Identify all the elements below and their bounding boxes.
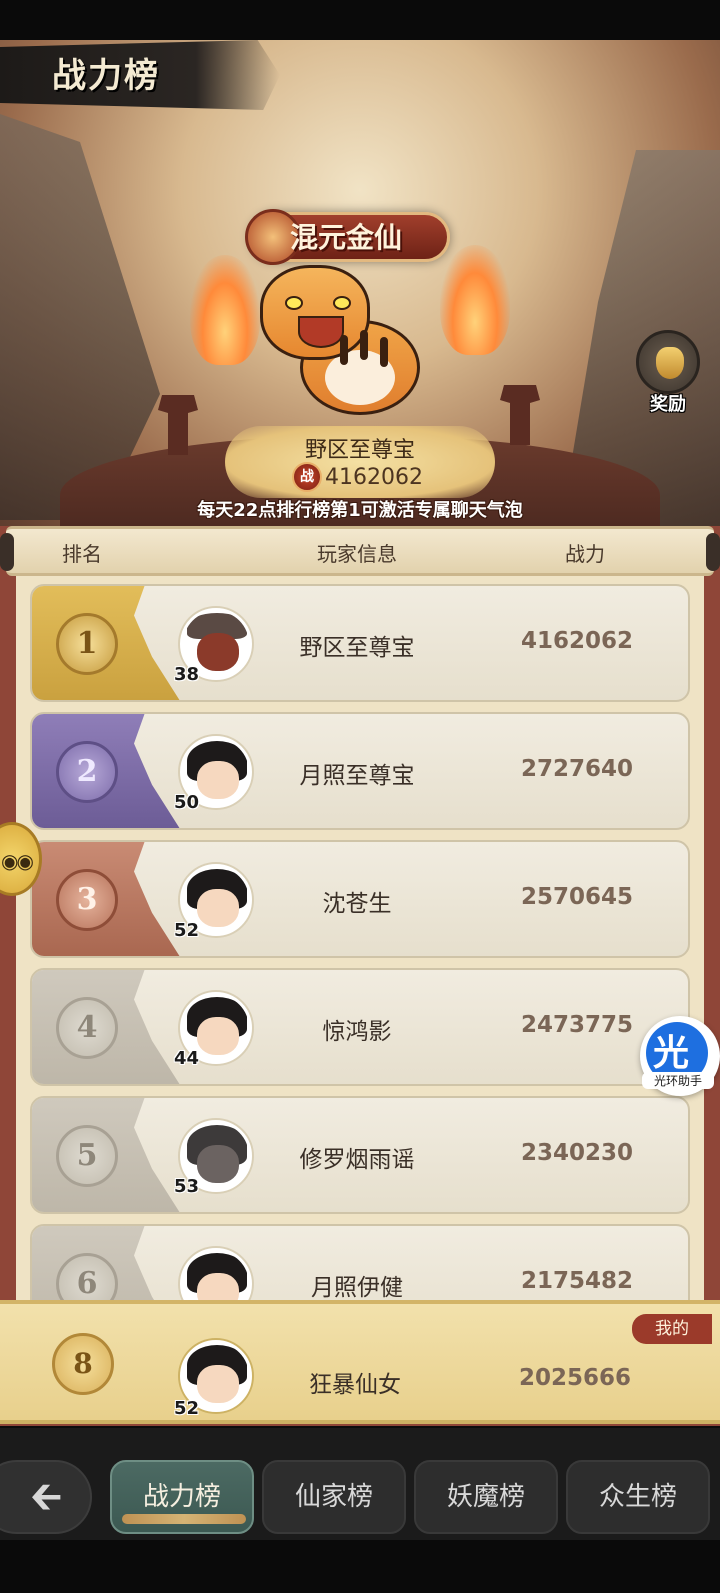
player-level: 44 (174, 1048, 200, 1069)
ranking-row[interactable]: 2 50 月照至尊宝 2727640 (30, 712, 690, 830)
helper-float-button[interactable]: 光 光环助手 (640, 1016, 720, 1096)
player-power: 2727640 (520, 756, 634, 782)
tiger-mouth (298, 316, 344, 348)
player-power: 2570645 (520, 884, 634, 910)
my-power: 2025666 (518, 1365, 632, 1391)
header-player-info: 玩家信息 (317, 542, 397, 566)
player-level: 52 (174, 920, 200, 941)
tab-power-ranking[interactable]: 战力榜 (110, 1460, 254, 1534)
tiger-stripe (380, 337, 388, 367)
player-power: 2473775 (520, 1012, 634, 1038)
rank-medal: 5 (56, 1125, 118, 1187)
player-name: 月照至尊宝 (299, 763, 415, 789)
champion-avatar-tiger (255, 265, 455, 430)
reward-label[interactable]: 奖励 (638, 390, 698, 416)
flame-left (190, 255, 260, 365)
page-title: 战力榜 (52, 56, 160, 96)
ranking-row[interactable]: 5 53 修罗烟雨谣 2340230 (30, 1096, 690, 1214)
tiger-stripe (340, 335, 348, 365)
helper-glyph: 光 (653, 1033, 690, 1074)
ranking-row[interactable]: 4 44 惊鸿影 2473775 (30, 968, 690, 1086)
header-power: 战力 (565, 542, 605, 566)
my-name: 狂暴仙女 (309, 1372, 401, 1398)
ranking-row[interactable]: 6 月照伊健 2175482 (30, 1224, 690, 1301)
player-power: 2340230 (520, 1140, 634, 1166)
player-level: 38 (174, 664, 200, 685)
player-power: 2175482 (520, 1268, 634, 1294)
player-name: 修罗烟雨谣 (299, 1147, 415, 1173)
tiger-stripe (360, 330, 368, 360)
player-name: 野区至尊宝 (299, 635, 415, 661)
champion-power: 4162062 (325, 465, 423, 490)
player-name: 沈苍生 (322, 891, 392, 917)
rank-medal: 3 (56, 869, 118, 931)
ranking-list[interactable]: 1 38 野区至尊宝 4162062 2 50 月照至尊宝 2727640 3 … (16, 576, 704, 1301)
power-icon: 战 (292, 462, 322, 492)
player-level: 53 (174, 1176, 200, 1197)
player-name: 月照伊健 (311, 1275, 403, 1301)
rank-medal: 2 (56, 741, 118, 803)
my-level: 52 (174, 1398, 200, 1419)
player-level: 50 (174, 792, 200, 813)
rank-medal: 4 (56, 997, 118, 1059)
avatar[interactable] (180, 1248, 252, 1301)
helper-caption: 光环助手 (642, 1072, 714, 1089)
header-rank: 排名 (62, 542, 102, 566)
tab-immortal-ranking[interactable]: 仙家榜 (262, 1460, 406, 1534)
tiger-head (260, 265, 370, 360)
money-bag-icon (656, 347, 684, 379)
my-tag: 我的 (632, 1314, 712, 1344)
tab-demon-ranking[interactable]: 妖魔榜 (414, 1460, 558, 1534)
player-name: 惊鸿影 (322, 1019, 392, 1045)
champion-title-text: 混元金仙 (290, 221, 403, 254)
tiger-eye (285, 296, 303, 310)
rank-medal: 1 (56, 613, 118, 675)
eyes-icon: ◉◉ (1, 849, 34, 873)
ranking-row[interactable]: 1 38 野区至尊宝 4162062 (30, 584, 690, 702)
ranking-row[interactable]: 3 52 沈苍生 2570645 (30, 840, 690, 958)
player-power: 4162062 (520, 628, 634, 654)
tab-mortal-ranking[interactable]: 众生榜 (566, 1460, 710, 1534)
champion-name: 野区至尊宝 (304, 438, 415, 463)
system-nav-bar (0, 1540, 720, 1593)
back-arrow-icon[interactable]: 🡰 (30, 1477, 62, 1517)
status-bar (0, 0, 720, 40)
notice-text: 每天22点排行榜第1可激活专属聊天气泡 (197, 500, 523, 521)
reward-button[interactable] (636, 330, 700, 394)
tiger-eye (333, 296, 351, 310)
my-rank-medal: 8 (52, 1333, 114, 1395)
